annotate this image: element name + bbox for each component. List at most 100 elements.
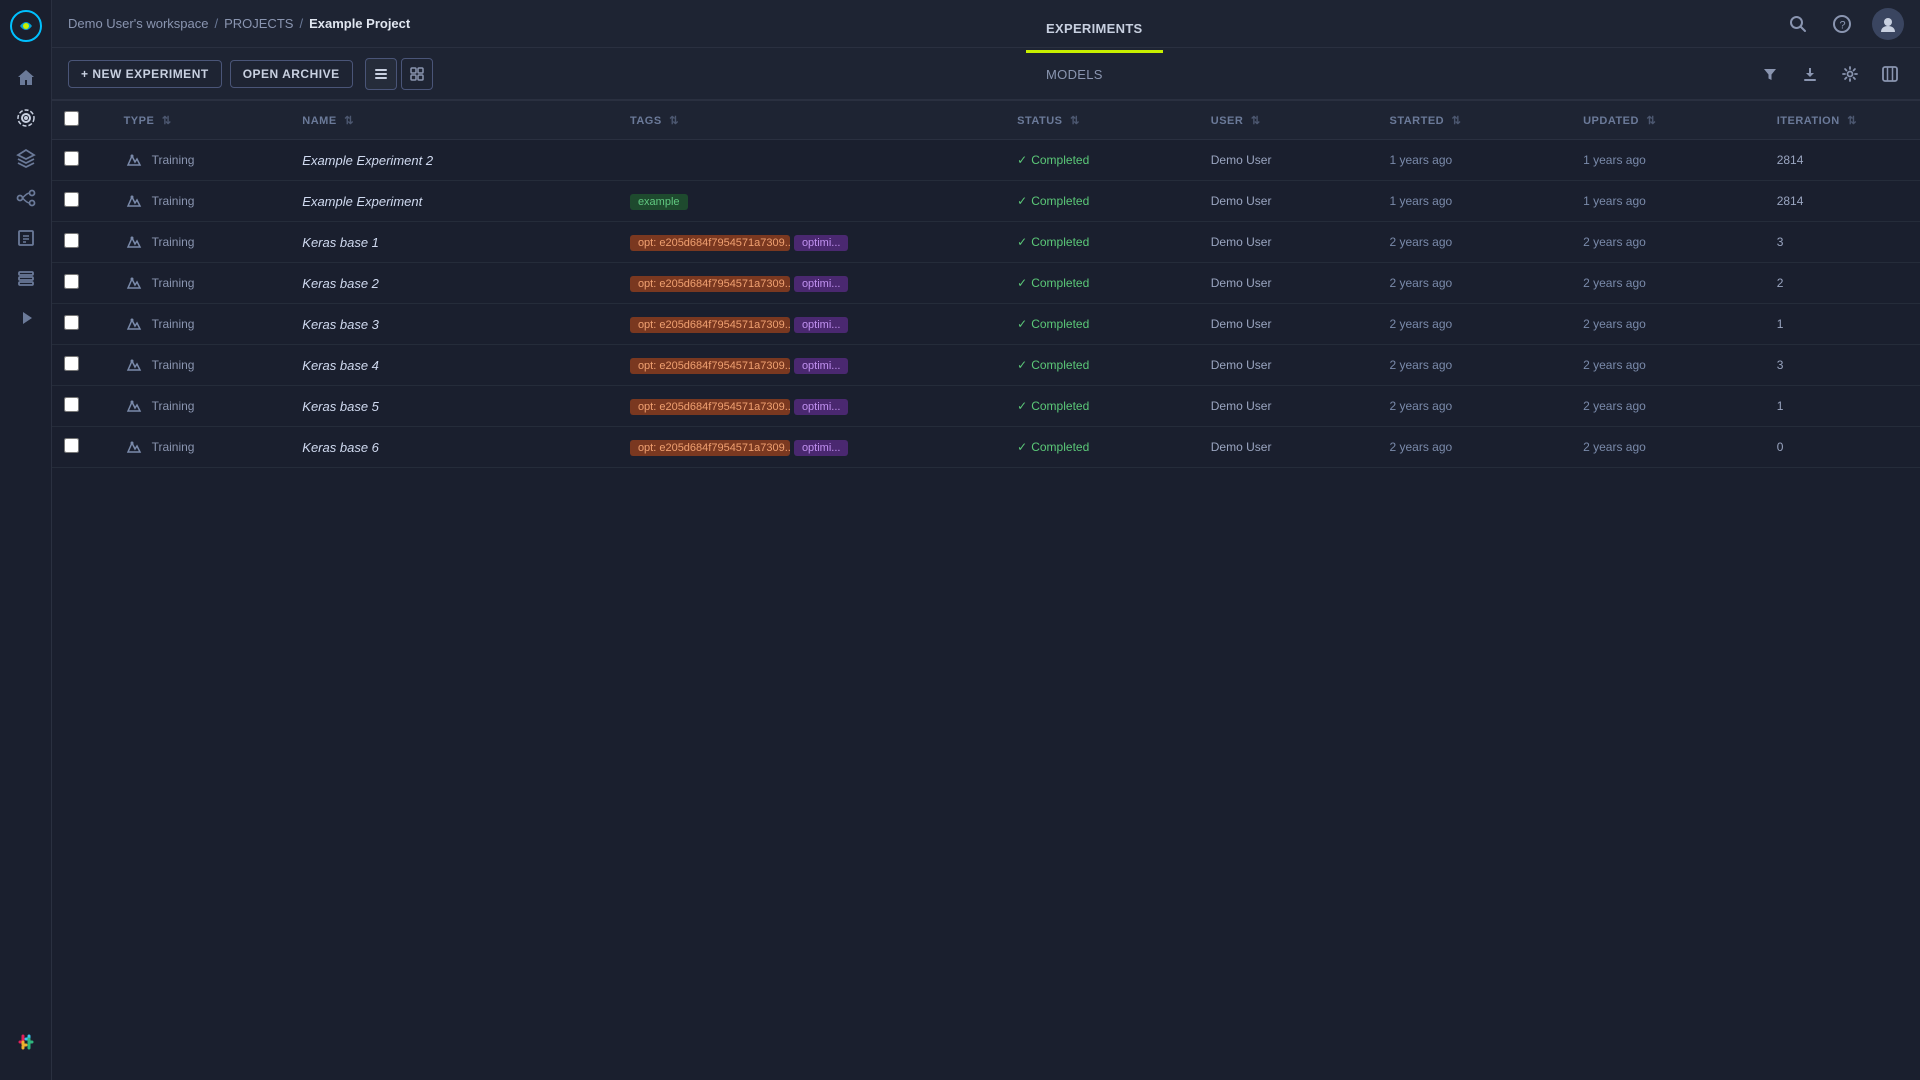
experiment-name[interactable]: Example Experiment 2 — [302, 153, 433, 168]
status-check-icon: ✓ — [1017, 317, 1027, 331]
table-row: Training Example Experiment example ✓ Co… — [52, 181, 1920, 222]
tag[interactable]: optimi... — [794, 399, 849, 415]
tag[interactable]: opt: e205d684f7954571a7309... — [630, 276, 790, 292]
sidebar-item-reports[interactable] — [8, 220, 44, 256]
training-icon — [124, 437, 144, 457]
col-header-type[interactable]: TYPE ⇅ — [112, 101, 291, 140]
tab-models[interactable]: MODELS — [1026, 53, 1162, 99]
started-cell: 2 years ago — [1377, 345, 1571, 386]
tag[interactable]: optimi... — [794, 358, 849, 374]
tag[interactable]: optimi... — [794, 317, 849, 333]
tag[interactable]: opt: e205d684f7954571a7309... — [630, 317, 790, 333]
col-header-status[interactable]: STATUS ⇅ — [1005, 101, 1199, 140]
col-header-check[interactable] — [52, 101, 112, 140]
sidebar-item-datasets[interactable] — [8, 260, 44, 296]
settings-icon[interactable] — [1836, 60, 1864, 88]
experiment-name[interactable]: Keras base 1 — [302, 235, 379, 250]
search-icon[interactable] — [1784, 10, 1812, 38]
filter-icon[interactable] — [1756, 60, 1784, 88]
tag[interactable]: example — [630, 194, 688, 210]
row-checkbox[interactable] — [64, 438, 79, 453]
tags-cell: opt: e205d684f7954571a7309...optimi... — [618, 345, 1005, 386]
row-checkbox-cell — [52, 386, 112, 427]
col-header-user[interactable]: USER ⇅ — [1199, 101, 1378, 140]
col-header-started[interactable]: STARTED ⇅ — [1377, 101, 1571, 140]
columns-icon[interactable] — [1876, 60, 1904, 88]
experiment-name[interactable]: Keras base 6 — [302, 440, 379, 455]
type-cell: Training — [112, 181, 291, 222]
user-avatar[interactable] — [1872, 8, 1904, 40]
row-checkbox[interactable] — [64, 274, 79, 289]
status-label: Completed — [1031, 399, 1089, 413]
sidebar-item-ai[interactable] — [8, 100, 44, 136]
sidebar-item-applications[interactable] — [8, 300, 44, 336]
sidebar-item-pipelines[interactable] — [8, 180, 44, 216]
updated-cell: 2 years ago — [1571, 427, 1765, 468]
status-label: Completed — [1031, 317, 1089, 331]
tag[interactable]: opt: e205d684f7954571a7309... — [630, 399, 790, 415]
row-checkbox[interactable] — [64, 192, 79, 207]
col-header-updated[interactable]: UPDATED ⇅ — [1571, 101, 1765, 140]
iteration-cell: 2 — [1765, 263, 1920, 304]
tag[interactable]: optimi... — [794, 235, 849, 251]
table-row: Training Keras base 4 opt: e205d684f7954… — [52, 345, 1920, 386]
col-header-name[interactable]: NAME ⇅ — [290, 101, 618, 140]
type-cell: Training — [112, 386, 291, 427]
row-checkbox-cell — [52, 140, 112, 181]
row-checkbox[interactable] — [64, 151, 79, 166]
select-all-checkbox[interactable] — [64, 111, 79, 126]
row-checkbox[interactable] — [64, 315, 79, 330]
started-cell: 2 years ago — [1377, 222, 1571, 263]
sidebar-item-slack[interactable] — [8, 1024, 44, 1060]
breadcrumb-workspace[interactable]: Demo User's workspace — [68, 16, 208, 31]
type-label: Training — [152, 194, 195, 208]
tag[interactable]: opt: e205d684f7954571a7309... — [630, 235, 790, 251]
experiment-name[interactable]: Keras base 4 — [302, 358, 379, 373]
col-header-iteration[interactable]: ITERATION ⇅ — [1765, 101, 1920, 140]
training-icon — [124, 191, 144, 211]
training-icon — [124, 273, 144, 293]
status-label: Completed — [1031, 153, 1089, 167]
started-cell: 2 years ago — [1377, 263, 1571, 304]
experiment-name[interactable]: Keras base 2 — [302, 276, 379, 291]
tag[interactable]: optimi... — [794, 276, 849, 292]
experiment-name[interactable]: Keras base 5 — [302, 399, 379, 414]
sidebar-item-layers[interactable] — [8, 140, 44, 176]
help-icon[interactable]: ? — [1828, 10, 1856, 38]
list-view-button[interactable] — [365, 58, 397, 90]
experiment-name[interactable]: Example Experiment — [302, 194, 422, 209]
row-checkbox[interactable] — [64, 397, 79, 412]
name-sort-icon: ⇅ — [344, 115, 354, 127]
sidebar-item-home[interactable] — [8, 60, 44, 96]
experiment-name[interactable]: Keras base 3 — [302, 317, 379, 332]
row-checkbox-cell — [52, 304, 112, 345]
tab-overview[interactable]: OVERVIEW — [1026, 0, 1162, 7]
download-icon[interactable] — [1796, 60, 1824, 88]
training-icon — [124, 150, 144, 170]
svg-text:?: ? — [1840, 19, 1846, 31]
type-label: Training — [152, 235, 195, 249]
status-label: Completed — [1031, 358, 1089, 372]
user-cell: Demo User — [1199, 345, 1378, 386]
grid-view-button[interactable] — [401, 58, 433, 90]
started-cell: 2 years ago — [1377, 386, 1571, 427]
user-cell: Demo User — [1199, 140, 1378, 181]
breadcrumb-projects[interactable]: PROJECTS — [224, 16, 293, 31]
logo[interactable] — [8, 8, 44, 44]
row-checkbox[interactable] — [64, 233, 79, 248]
tags-cell: opt: e205d684f7954571a7309...optimi... — [618, 427, 1005, 468]
tab-experiments[interactable]: EXPERIMENTS — [1026, 7, 1162, 53]
open-archive-button[interactable]: OPEN ARCHIVE — [230, 60, 353, 88]
view-toggle — [365, 58, 433, 90]
row-checkbox[interactable] — [64, 356, 79, 371]
experiments-table-container: TYPE ⇅ NAME ⇅ TAGS ⇅ STATUS ⇅ USER ⇅ — [52, 101, 1920, 1080]
tag[interactable]: opt: e205d684f7954571a7309... — [630, 358, 790, 374]
table-row: Training Keras base 3 opt: e205d684f7954… — [52, 304, 1920, 345]
tag[interactable]: opt: e205d684f7954571a7309... — [630, 440, 790, 456]
tag[interactable]: optimi... — [794, 440, 849, 456]
col-header-tags[interactable]: TAGS ⇅ — [618, 101, 1005, 140]
user-cell: Demo User — [1199, 304, 1378, 345]
tags-sort-icon: ⇅ — [669, 115, 679, 127]
new-experiment-button[interactable]: + NEW EXPERIMENT — [68, 60, 222, 88]
updated-cell: 1 years ago — [1571, 140, 1765, 181]
